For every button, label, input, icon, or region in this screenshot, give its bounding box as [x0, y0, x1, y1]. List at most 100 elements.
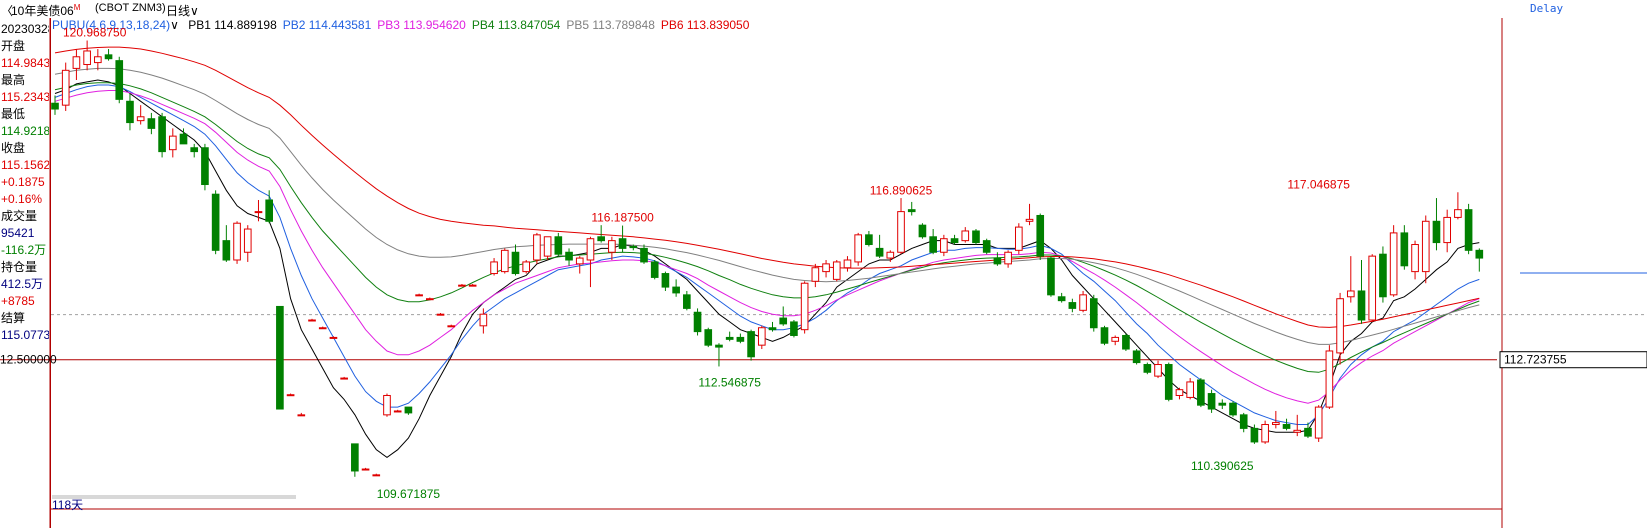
- candle-body: [415, 294, 423, 297]
- candle-body: [179, 133, 188, 145]
- candle-body: [1004, 251, 1012, 265]
- candle-body: [1272, 422, 1280, 426]
- candle-body: [458, 284, 466, 287]
- candle-body: [672, 286, 680, 294]
- candle-body: [704, 329, 713, 346]
- candle-body: [918, 224, 927, 238]
- candle-body: [1229, 402, 1237, 416]
- left-axis-label: 12.500000: [0, 353, 57, 367]
- candle-body: [693, 311, 702, 333]
- candle-body: [1057, 296, 1066, 302]
- candle-body: [790, 321, 798, 336]
- candle-body: [736, 336, 745, 342]
- candle-body: [865, 234, 873, 246]
- candle-body: [147, 118, 156, 129]
- series-line-pb1: [54, 79, 1480, 459]
- instrument-code: (CBOT ZNM3): [95, 2, 166, 14]
- candle-body: [201, 147, 209, 186]
- period-selector[interactable]: 日线∨: [166, 2, 199, 19]
- candle-body: [1357, 290, 1366, 321]
- candle-body: [168, 135, 177, 151]
- candle-body: [351, 443, 359, 472]
- candle-body: [500, 249, 509, 273]
- series-line-pb2: [54, 84, 1480, 425]
- candle-body: [929, 236, 937, 253]
- candle-body: [1432, 220, 1441, 244]
- candle-body: [522, 261, 531, 273]
- price-annotation: 116.890625: [870, 183, 933, 197]
- candle-body: [1197, 379, 1205, 406]
- candle-body: [329, 336, 338, 339]
- candle-body: [565, 251, 573, 261]
- candle-body: [683, 294, 691, 309]
- chevron-down-icon: ∨: [190, 4, 199, 18]
- candle-body: [1325, 350, 1334, 408]
- candle-body: [1400, 232, 1409, 267]
- price-annotation: 120.968750: [63, 26, 127, 40]
- candle-body: [533, 234, 541, 261]
- candle-body: [1464, 209, 1473, 251]
- indicator-header: 〈 10年美债06M (CBOT ZNM3) 日线∨ Delay: [0, 0, 1647, 18]
- candle-body: [1164, 364, 1173, 400]
- candle-body: [361, 468, 370, 471]
- candle-body: [1454, 209, 1462, 218]
- candle-body: [479, 313, 488, 327]
- series-line-pb4: [54, 82, 1480, 373]
- candle-body: [83, 50, 91, 66]
- candle-body: [1411, 244, 1419, 273]
- candle-body: [586, 238, 595, 261]
- candle-body: [190, 147, 199, 153]
- candle-body: [907, 209, 916, 213]
- candle-body: [1175, 389, 1184, 396]
- kline-chart[interactable]: 120.968750 116.187500 116.890625 117.046875…: [0, 18, 1647, 528]
- candle-body: [1368, 255, 1377, 321]
- cursor-price-label: 112.723755: [1504, 353, 1567, 367]
- candle-body: [832, 261, 841, 280]
- candle-body: [1143, 364, 1152, 373]
- candle-body: [1111, 336, 1120, 342]
- candle-body: [554, 236, 563, 255]
- candle-body: [1239, 414, 1248, 429]
- candle-body: [286, 394, 295, 397]
- candle-body: [1186, 381, 1194, 398]
- candle-body: [1379, 253, 1387, 298]
- candle-body: [1475, 249, 1484, 259]
- candle-body: [982, 240, 991, 253]
- candle-body: [1250, 427, 1259, 443]
- candle-body: [425, 298, 434, 301]
- instrument-title[interactable]: 10年美债06M: [11, 2, 80, 19]
- candle-body: [1421, 220, 1430, 273]
- candle-body: [1047, 257, 1055, 296]
- candle-body: [115, 60, 124, 100]
- candle-body: [211, 193, 220, 251]
- candle-body: [897, 211, 905, 253]
- candle-body: [1036, 214, 1045, 257]
- candle-body: [618, 238, 627, 249]
- candle-body: [822, 263, 830, 273]
- candle-body: [608, 240, 616, 253]
- candle-body: [950, 238, 959, 244]
- series-line-pb6: [54, 46, 1480, 328]
- candle-body: [629, 245, 638, 249]
- candle-body: [340, 377, 348, 380]
- candle-body: [1014, 226, 1023, 251]
- candle-body: [1346, 290, 1355, 298]
- candle-body: [372, 474, 381, 477]
- candle-body: [1132, 350, 1141, 364]
- candle-body: [1068, 302, 1077, 309]
- candle-body: [222, 240, 231, 261]
- candle-body: [1079, 294, 1087, 311]
- candle-body: [543, 236, 552, 257]
- candle-body: [661, 273, 670, 288]
- candle-body: [1304, 427, 1312, 437]
- candle-body: [650, 261, 659, 278]
- candle-body: [276, 305, 284, 410]
- candle-body: [800, 282, 809, 331]
- candle-body: [972, 230, 980, 244]
- candle-body: [254, 211, 263, 214]
- candle-body: [136, 116, 145, 122]
- candle-body: [1293, 429, 1302, 433]
- candle-body: [297, 414, 306, 417]
- candle-body: [308, 319, 316, 322]
- candle-body: [961, 230, 970, 242]
